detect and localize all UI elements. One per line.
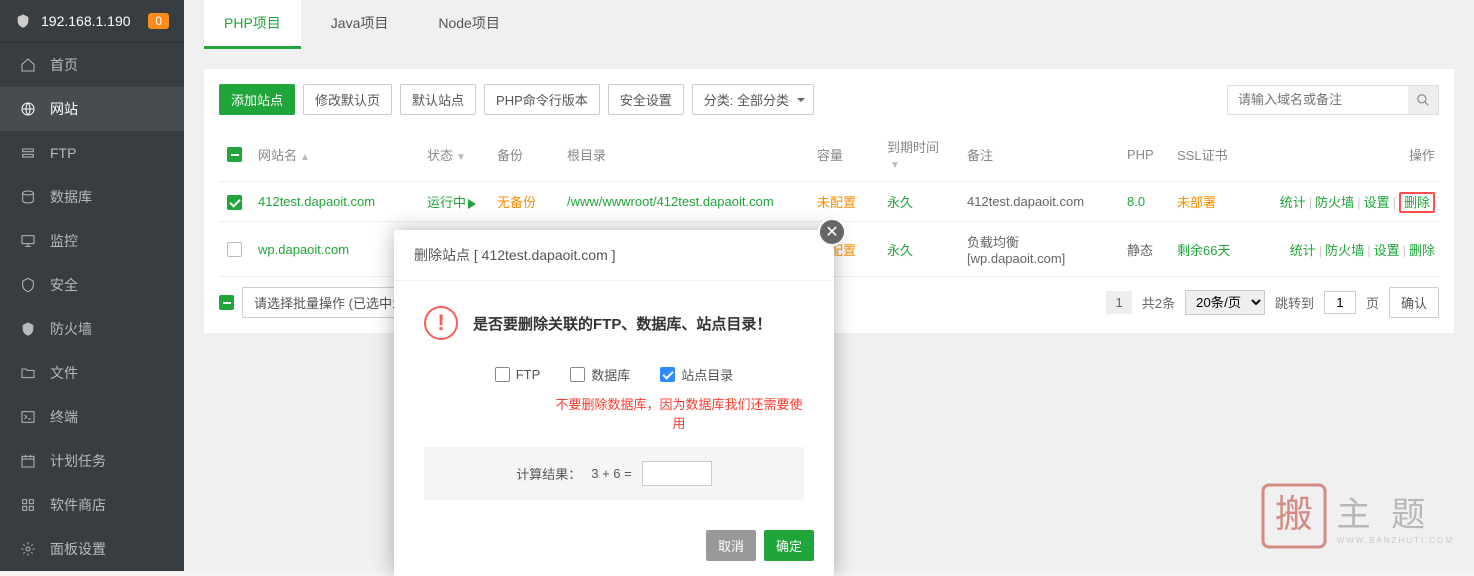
checkbox-icon	[660, 367, 675, 382]
calc-label: 计算结果：	[516, 464, 581, 483]
calc-box: 计算结果： 3 + 6 =	[424, 447, 804, 500]
calc-input[interactable]	[642, 461, 712, 486]
confirm-button[interactable]: 确定	[764, 530, 814, 561]
calc-expr: 3 + 6 =	[591, 466, 631, 481]
opt-db[interactable]: 数据库	[570, 365, 630, 384]
close-icon[interactable]: ✕	[818, 218, 846, 246]
modal-overlay: ✕ 删除站点 [ 412test.dapaoit.com ] ! 是否要删除关联…	[0, 0, 1474, 571]
cancel-button[interactable]: 取消	[706, 530, 756, 561]
opt-dir[interactable]: 站点目录	[660, 365, 733, 384]
delete-site-modal: ✕ 删除站点 [ 412test.dapaoit.com ] ! 是否要删除关联…	[394, 230, 834, 576]
opt-ftp[interactable]: FTP	[495, 365, 541, 384]
warning-icon: !	[424, 306, 458, 340]
modal-note: 不要删除数据库，因为数据库我们还需要使用	[424, 394, 804, 432]
modal-title: 删除站点 [ 412test.dapaoit.com ]	[394, 230, 834, 281]
checkbox-icon	[570, 367, 585, 382]
checkbox-icon	[495, 367, 510, 382]
modal-message: 是否要删除关联的FTP、数据库、站点目录！	[473, 313, 771, 334]
